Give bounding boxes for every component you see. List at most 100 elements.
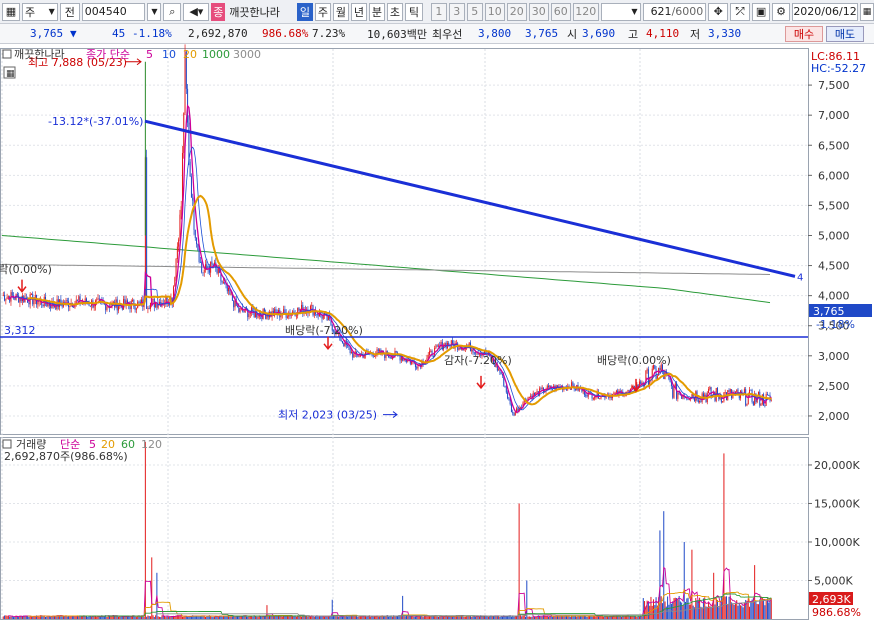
period-button-month[interactable]: 월 — [332, 2, 349, 21]
candle-body — [750, 389, 752, 391]
volume-bar — [230, 616, 232, 619]
volume-bar — [272, 616, 274, 619]
period-button-week[interactable]: 주 — [314, 2, 331, 21]
volume-bar — [339, 616, 341, 619]
volume-bar — [6, 615, 8, 619]
volume-bar — [545, 616, 547, 619]
interval-button-3[interactable]: 3 — [448, 2, 465, 21]
volume-bar — [426, 616, 428, 619]
speaker-icon[interactable]: ◀▾ — [183, 2, 210, 21]
volume-bar — [146, 616, 148, 619]
count-input[interactable]: 621/6000 — [642, 2, 707, 21]
interval-button-20[interactable]: 20 — [506, 2, 527, 21]
volume-bar — [279, 616, 281, 619]
volume-bar — [420, 616, 422, 619]
grid-icon[interactable]: ▦ — [2, 2, 20, 21]
candle-body — [640, 381, 642, 385]
volume-bar — [628, 616, 630, 619]
candle-body — [97, 298, 99, 300]
volume-bar — [478, 616, 480, 619]
volume-bar — [143, 616, 145, 619]
candle-body — [230, 294, 232, 295]
volume-bar — [446, 616, 448, 619]
interval-button-30[interactable]: 30 — [528, 2, 549, 21]
candle-body — [426, 358, 428, 361]
interval-button-60[interactable]: 60 — [550, 2, 571, 21]
volume-bar — [320, 616, 322, 619]
draw-tool-icon[interactable]: ⤱ — [730, 2, 751, 21]
candle-body — [132, 299, 134, 302]
candle-body — [615, 390, 617, 393]
code-input[interactable]: 004540 — [81, 2, 146, 21]
event-marker-label: 배당락(-7.20%) — [285, 324, 363, 337]
interval-button-120[interactable]: 120 — [572, 2, 599, 21]
period-button-second[interactable]: 초 — [386, 2, 403, 21]
volume-bar — [313, 616, 315, 619]
market-select[interactable]: 주 ▼ — [21, 2, 58, 21]
candle-body — [155, 302, 157, 308]
jong-badge[interactable]: 종 — [211, 2, 226, 21]
interval-button-5[interactable]: 5 — [466, 2, 483, 21]
interval-select[interactable]: ▼ — [600, 2, 641, 21]
sell-button[interactable]: 매도 — [826, 26, 864, 42]
volume-bar — [304, 616, 306, 619]
volume-bar — [548, 616, 550, 619]
volume-bar — [463, 616, 465, 619]
candle-body — [599, 398, 601, 400]
volume-bar — [221, 616, 223, 619]
volume-bar — [106, 617, 108, 619]
volume-bar — [303, 616, 305, 619]
search-icon[interactable]: ⌕ — [163, 2, 182, 21]
candle-body — [430, 350, 432, 352]
current-price-pct: -1.18% — [816, 318, 855, 331]
volume-bar — [687, 597, 689, 619]
current-price-value: 3,765 — [813, 305, 845, 318]
volume-bar — [180, 616, 182, 619]
volume-bar — [678, 596, 680, 619]
volume-bar — [514, 616, 516, 619]
period-button-day[interactable]: 일 — [296, 2, 313, 21]
volume-bar — [334, 616, 336, 619]
candle-body — [505, 387, 507, 393]
volume-bar — [690, 604, 692, 619]
interval-button-10[interactable]: 10 — [484, 2, 505, 21]
volume-bar — [120, 616, 122, 619]
volume-bar — [725, 596, 727, 619]
candle-body — [533, 392, 535, 395]
date-input[interactable]: 2020/06/12 — [792, 2, 859, 21]
buy-button[interactable]: 매수 — [785, 26, 823, 42]
candle-body — [673, 386, 675, 398]
candle-body — [106, 306, 108, 311]
candle-body — [275, 309, 277, 313]
lowest-price-label: 최저 2,023 (03/25) — [278, 409, 377, 422]
candle-body — [390, 357, 392, 359]
period-button-minute[interactable]: 분 — [368, 2, 385, 21]
volume-bar — [400, 616, 402, 619]
best-ask-label: 최우선 — [432, 27, 463, 41]
candle-body — [149, 302, 151, 309]
candle-body — [194, 229, 196, 239]
volume-bar — [708, 601, 710, 619]
save-icon[interactable]: ▣ — [752, 2, 771, 21]
crosshair-icon[interactable]: ✥ — [708, 2, 729, 21]
code-dropdown[interactable]: ▼ — [147, 2, 162, 21]
price-tick-label: 2,500 — [818, 380, 850, 393]
candle-body — [504, 385, 506, 388]
period-button-year[interactable]: 년 — [350, 2, 367, 21]
calendar-icon[interactable]: ▦ — [860, 2, 874, 21]
gear-icon[interactable]: ⚙ — [772, 2, 791, 21]
interval-button-1[interactable]: 1 — [430, 2, 447, 21]
support-line-label: 3,312 — [4, 324, 36, 337]
candle-body — [389, 356, 391, 358]
volume-bar — [585, 616, 587, 619]
candle-body — [343, 342, 345, 347]
volume-bar — [206, 616, 208, 619]
range-select[interactable]: 전 — [59, 2, 80, 21]
period-button-tick[interactable]: 틱 — [404, 2, 423, 21]
volume-bar — [677, 599, 679, 619]
chart-area[interactable]: 2,0002,5003,0003,5004,0004,5005,0005,500… — [0, 44, 874, 620]
volume-bar — [34, 616, 36, 619]
volume-bar — [367, 616, 369, 619]
volume-bar — [437, 616, 439, 619]
candle-body — [548, 385, 550, 388]
